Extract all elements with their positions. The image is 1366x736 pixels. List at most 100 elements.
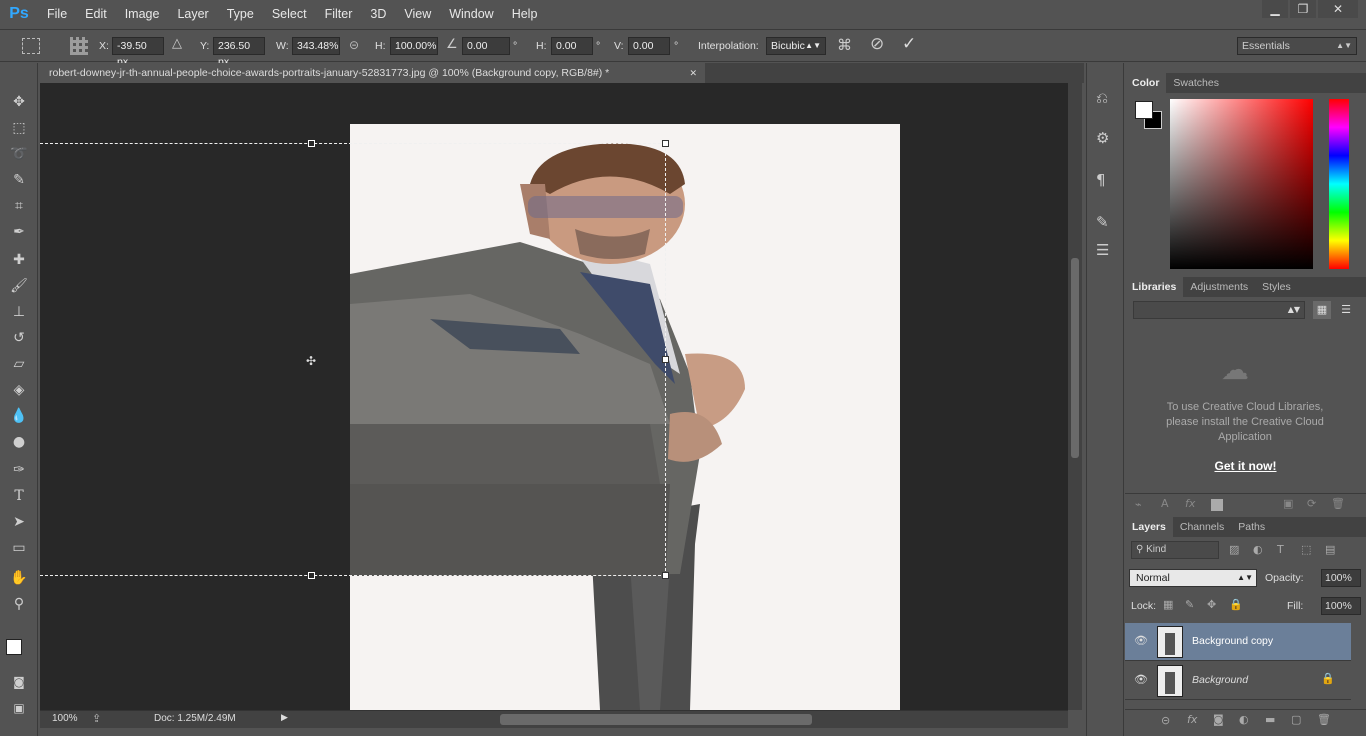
trash-icon[interactable]: 🗑 <box>1331 497 1345 510</box>
opacity-field[interactable]: 100% <box>1321 569 1361 587</box>
menu-file[interactable]: File <box>38 0 76 28</box>
transform-bounding-box[interactable] <box>40 143 666 576</box>
visibility-eye-icon[interactable]: 👁 <box>1134 673 1148 686</box>
filter-shape-icon[interactable]: ⬚ <box>1301 543 1311 556</box>
blend-mode-select[interactable]: Normal ▲▼ <box>1129 569 1257 587</box>
visibility-eye-icon[interactable]: 👁 <box>1134 634 1148 647</box>
horizontal-scroll-thumb[interactable] <box>500 714 812 725</box>
height-field[interactable]: 100.00% <box>390 37 438 55</box>
transform-handle-top[interactable] <box>308 140 315 147</box>
transform-handle-right[interactable] <box>662 356 669 363</box>
lock-pixels-icon[interactable]: ✎ <box>1185 598 1194 611</box>
commit-transform-icon[interactable]: ✓ <box>902 34 916 54</box>
color-foreground-swatch[interactable] <box>1135 101 1153 119</box>
tab-styles[interactable]: Styles <box>1255 277 1298 297</box>
hand-tool-icon[interactable]: ✋ <box>7 567 31 589</box>
filter-pixel-icon[interactable]: ▨ <box>1229 543 1239 556</box>
pen-tool-icon[interactable]: ✑ <box>7 459 31 481</box>
new-group-icon[interactable]: ▬ <box>1265 713 1275 726</box>
delete-layer-icon[interactable]: 🗑 <box>1317 713 1331 726</box>
menu-layer[interactable]: Layer <box>168 0 217 28</box>
zoom-tool-icon[interactable]: ⚲ <box>7 593 31 615</box>
document-tab[interactable]: robert-downey-jr-th-annual-people-choice… <box>40 63 705 83</box>
status-menu-arrow-icon[interactable]: ▶ <box>281 713 288 723</box>
menu-edit[interactable]: Edit <box>76 0 116 28</box>
vertical-scroll-thumb[interactable] <box>1071 258 1079 458</box>
add-layer-style-icon[interactable]: fx <box>1185 497 1195 510</box>
quick-mask-icon[interactable]: ◙ <box>7 671 31 693</box>
menu-window[interactable]: Window <box>440 0 502 28</box>
hue-slider[interactable] <box>1329 99 1349 269</box>
angle-field[interactable]: 0.00 <box>462 37 510 55</box>
paint-bucket-tool-icon[interactable]: ◈ <box>7 379 31 401</box>
transform-handle-bottom-right[interactable] <box>662 572 669 579</box>
y-field[interactable]: 236.50 px <box>213 37 265 68</box>
reference-point-icon[interactable] <box>70 37 88 55</box>
character-panel-icon[interactable]: ¶ <box>1096 171 1106 189</box>
clone-stamp-tool-icon[interactable]: ⊥ <box>7 301 31 323</box>
foreground-color-swatch[interactable] <box>6 639 22 655</box>
workspace-select[interactable]: Essentials ▲▼ <box>1237 37 1357 55</box>
lock-transparent-icon[interactable]: ▦ <box>1163 598 1173 611</box>
history-panel-icon[interactable]: ⎌ <box>1096 89 1108 107</box>
transform-handle-top-right[interactable] <box>662 140 669 147</box>
tab-paths[interactable]: Paths <box>1231 517 1272 537</box>
restore-button[interactable]: ❐ <box>1290 0 1316 18</box>
filter-type-icon[interactable]: T <box>1277 543 1284 556</box>
properties-panel-icon[interactable]: ⚙ <box>1096 129 1109 147</box>
link-layers-icon[interactable]: ⊝ <box>1161 714 1170 727</box>
tab-libraries[interactable]: Libraries <box>1125 277 1184 297</box>
new-layer-icon[interactable]: ▢ <box>1291 713 1301 726</box>
marquee-tool-icon[interactable]: ⬚ <box>7 117 31 139</box>
menu-3d[interactable]: 3D <box>361 0 395 28</box>
blur-tool-icon[interactable]: 💧 <box>7 405 31 427</box>
transform-tool-icon[interactable] <box>22 38 40 54</box>
layer-row-background[interactable]: 👁 Background 🔒 <box>1125 662 1351 700</box>
menu-filter[interactable]: Filter <box>316 0 362 28</box>
tab-swatches[interactable]: Swatches <box>1166 73 1226 93</box>
link-icon[interactable]: ⊝ <box>349 38 359 52</box>
add-graphic-icon[interactable]: ⌁ <box>1135 498 1142 511</box>
list-view-icon[interactable]: ☰ <box>1337 301 1355 319</box>
move-tool-icon[interactable]: ✥ <box>7 91 31 113</box>
delta-icon[interactable]: △ <box>172 36 182 51</box>
tab-color[interactable]: Color <box>1125 73 1167 93</box>
menu-type[interactable]: Type <box>218 0 263 28</box>
menu-image[interactable]: Image <box>116 0 169 28</box>
layer-filter-select[interactable]: ⚲ Kind <box>1131 541 1219 559</box>
healing-brush-tool-icon[interactable]: ✚ <box>7 249 31 271</box>
add-character-style-icon[interactable]: A <box>1161 497 1169 510</box>
tab-adjustments[interactable]: Adjustments <box>1183 277 1255 297</box>
get-it-now-link[interactable]: Get it now! <box>1125 459 1366 473</box>
menu-select[interactable]: Select <box>263 0 316 28</box>
share-icon[interactable]: ⇪ <box>92 712 101 725</box>
brush-tool-icon[interactable]: 🖌 <box>7 275 31 297</box>
add-color-icon[interactable] <box>1211 499 1223 511</box>
eyedropper-tool-icon[interactable]: ✒ <box>7 221 31 243</box>
filter-smart-object-icon[interactable]: ▤ <box>1325 543 1335 556</box>
lock-all-icon[interactable]: 🔒 <box>1229 598 1243 611</box>
canvas-area[interactable]: ✣ <box>40 83 1068 710</box>
path-selection-tool-icon[interactable]: ➤ <box>7 511 31 533</box>
dodge-tool-icon[interactable]: ● <box>7 431 31 453</box>
screen-mode-icon[interactable]: ▣ <box>7 697 31 719</box>
zoom-level[interactable]: 100% <box>52 713 78 724</box>
layer-style-icon[interactable]: fx <box>1187 713 1197 726</box>
history-brush-tool-icon[interactable]: ↺ <box>7 327 31 349</box>
transform-handle-bottom[interactable] <box>308 572 315 579</box>
lock-position-icon[interactable]: ✥ <box>1207 598 1216 611</box>
tool-presets-icon[interactable]: ☰ <box>1096 241 1109 259</box>
close-tab-icon[interactable]: ✕ <box>689 63 697 83</box>
adjustment-layer-icon[interactable]: ◐ <box>1239 713 1249 726</box>
quick-select-tool-icon[interactable]: ✎ <box>7 169 31 191</box>
v-skew-field[interactable]: 0.00 <box>628 37 670 55</box>
rectangle-tool-icon[interactable]: ▭ <box>7 537 31 559</box>
stock-icon[interactable]: ▣ <box>1283 497 1293 510</box>
menu-help[interactable]: Help <box>503 0 547 28</box>
lasso-tool-icon[interactable]: ➰ <box>7 143 31 165</box>
eraser-tool-icon[interactable]: ▱ <box>7 353 31 375</box>
grid-view-icon[interactable]: ▦ <box>1313 301 1331 319</box>
library-select[interactable]: ▲▼ <box>1133 301 1305 319</box>
add-mask-icon[interactable]: ◙ <box>1213 713 1224 726</box>
width-field[interactable]: 343.48% <box>292 37 340 55</box>
